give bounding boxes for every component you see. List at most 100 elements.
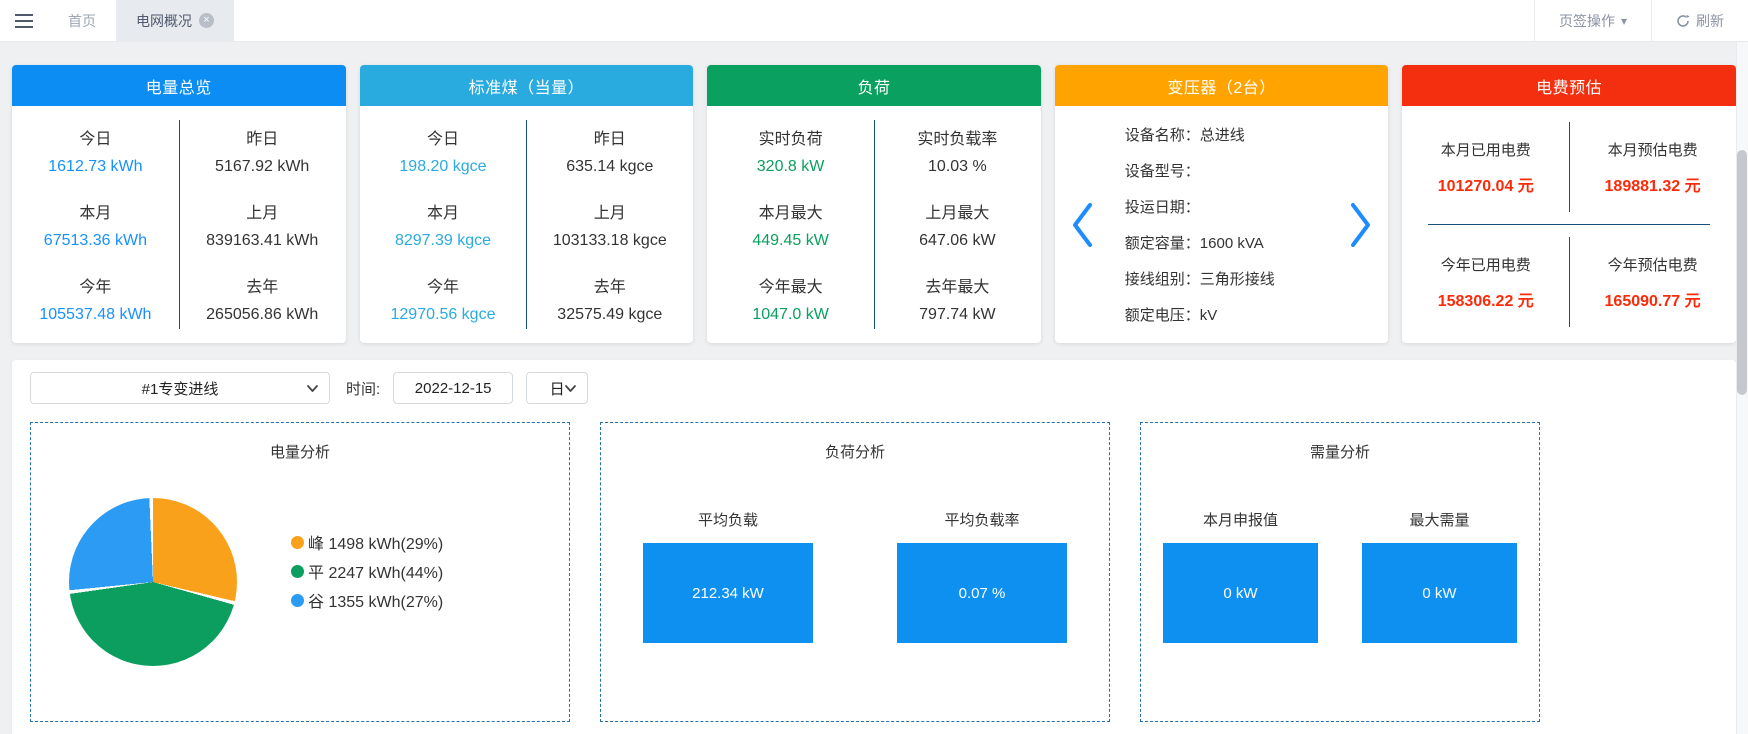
card-load-body: 实时负荷 320.8 kW 实时负载率 10.03 % 本月最大 449.45 … [707, 106, 1041, 343]
stat-value: 198.20 kgce [399, 158, 486, 176]
vertical-divider [874, 120, 875, 329]
stat-value: 67513.36 kWh [44, 232, 147, 250]
stat-label: 上月最大 [925, 199, 989, 223]
pie-area: 峰 1498 kWh(29%) 平 2247 kWh(44%) 谷 1355 k… [31, 462, 569, 666]
cost-value: 101270.04 元 [1438, 172, 1534, 196]
stat-cell: 今日 1612.73 kWh [12, 114, 179, 188]
stat-cell: 上月最大 647.06 kW [874, 188, 1041, 262]
top-tab-bar: 首页 电网概况 × 页签操作 ▾ 刷新 [0, 0, 1748, 42]
metric-declared-demand: 本月申报值 0 kW [1163, 509, 1318, 643]
field-value: 三角形接线 [1200, 271, 1275, 288]
stat-label: 今年最大 [759, 273, 823, 297]
field-value: 总进线 [1200, 127, 1245, 144]
card-coal-title: 标准煤（当量） [360, 65, 694, 106]
pie-chart [69, 498, 237, 666]
legend-dot-valley [291, 594, 304, 607]
close-icon[interactable]: × [199, 13, 214, 28]
vertical-scrollbar-thumb[interactable] [1737, 150, 1747, 395]
pie-legend: 峰 1498 kWh(29%) 平 2247 kWh(44%) 谷 1355 k… [291, 530, 443, 612]
stat-label: 今年 [427, 273, 459, 297]
transformer-fields: 设备名称：总进线 设备型号： 投运日期： 额定容量：1600 kVA 接线组别：… [1105, 116, 1339, 333]
card-cost-estimate: 电费预估 本月已用电费 101270.04 元 本月预估电费 189881.32… [1402, 65, 1736, 343]
transformer-next-button[interactable] [1338, 116, 1384, 333]
metric-value-box: 212.34 kW [643, 543, 813, 643]
refresh-button[interactable]: 刷新 [1652, 0, 1748, 41]
stat-label: 今日 [79, 125, 111, 149]
stat-value: 449.45 kW [752, 232, 828, 250]
chevron-right-icon [1350, 202, 1372, 248]
legend-dot-flat [291, 565, 304, 578]
transformer-field: 设备名称：总进线 [1125, 124, 1339, 145]
tab-grid-overview[interactable]: 电网概况 × [116, 0, 234, 41]
panel-demand-analysis: 需量分析 本月申报值 0 kW 最大需量 0 kW [1140, 422, 1540, 722]
date-input[interactable] [393, 372, 513, 404]
cost-value: 158306.22 元 [1438, 287, 1534, 311]
stat-label: 去年最大 [925, 273, 989, 297]
card-cost-title: 电费预估 [1402, 65, 1736, 106]
tab-home-label: 首页 [68, 11, 96, 31]
period-select[interactable]: 日 [526, 372, 588, 404]
card-energy-title: 电量总览 [12, 65, 346, 106]
cost-label: 本月已用电费 [1441, 139, 1531, 160]
topbar-actions: 页签操作 ▾ 刷新 [1534, 0, 1748, 41]
legend-item-valley: 谷 1355 kWh(27%) [291, 588, 443, 612]
field-value: kV [1200, 307, 1218, 324]
field-label: 设备型号： [1125, 163, 1200, 180]
stat-value: 103133.18 kgce [553, 232, 667, 250]
stat-label: 本月 [79, 199, 111, 223]
cost-label: 本月预估电费 [1608, 139, 1698, 160]
analysis-section: #1专变进线 时间: 日 电量分析 峰 1498 kWh(29%) [12, 360, 1736, 734]
vertical-divider [1569, 237, 1570, 327]
line-select[interactable]: #1专变进线 [30, 372, 330, 404]
stat-value: 5167.92 kWh [215, 158, 309, 176]
stat-label: 今日 [427, 125, 459, 149]
legend-label: 峰 1498 kWh(29%) [308, 530, 443, 554]
transformer-field: 设备型号： [1125, 160, 1339, 181]
card-transformer: 变压器（2台） 设备名称：总进线 设备型号： 投运日期： 额定容量：1600 k… [1055, 65, 1389, 343]
hamburger-menu-icon[interactable] [0, 0, 48, 41]
card-energy-overview: 电量总览 今日 1612.73 kWh 昨日 5167.92 kWh 本月 67… [12, 65, 346, 343]
panel-title: 电量分析 [31, 441, 569, 462]
stat-label: 去年 [594, 273, 626, 297]
card-coal-body: 今日 198.20 kgce 昨日 635.14 kgce 本月 8297.39… [360, 106, 694, 343]
stat-label: 实时负载率 [917, 125, 997, 149]
caret-down-icon: ▾ [1621, 14, 1627, 28]
legend-dot-peak [291, 536, 304, 549]
cost-cell: 本月预估电费 189881.32 元 [1569, 110, 1736, 224]
analysis-panels-row: 电量分析 峰 1498 kWh(29%) 平 2247 kWh(44%) 谷 1… [30, 422, 1540, 722]
refresh-icon [1676, 14, 1690, 28]
stat-cell: 今年最大 1047.0 kW [707, 261, 874, 335]
transformer-prev-button[interactable] [1059, 116, 1105, 333]
stat-value: 320.8 kW [757, 158, 825, 176]
stat-cell: 去年 265056.86 kWh [179, 261, 346, 335]
refresh-label: 刷新 [1696, 11, 1724, 31]
field-label: 额定电压： [1125, 307, 1200, 324]
tab-home[interactable]: 首页 [48, 0, 116, 41]
summary-cards-row: 电量总览 今日 1612.73 kWh 昨日 5167.92 kWh 本月 67… [12, 65, 1736, 343]
cost-row-year: 今年已用电费 158306.22 元 今年预估电费 165090.77 元 [1402, 225, 1736, 339]
stat-value: 265056.86 kWh [206, 306, 318, 324]
load-metrics: 平均负载 212.34 kW 平均负载率 0.07 % [601, 509, 1109, 643]
stat-value: 797.74 kW [919, 306, 995, 324]
filter-bar: #1专变进线 时间: 日 [12, 360, 1736, 404]
card-standard-coal: 标准煤（当量） 今日 198.20 kgce 昨日 635.14 kgce 本月… [360, 65, 694, 343]
stat-label: 昨日 [246, 125, 278, 149]
stat-cell: 昨日 5167.92 kWh [179, 114, 346, 188]
stat-cell: 去年最大 797.74 kW [874, 261, 1041, 335]
field-value: 1600 kVA [1200, 235, 1264, 252]
metric-value-box: 0 kW [1362, 543, 1517, 643]
card-load-title: 负荷 [707, 65, 1041, 106]
vertical-scrollbar-track[interactable] [1736, 42, 1748, 734]
tab-operations-button[interactable]: 页签操作 ▾ [1535, 0, 1651, 41]
stat-cell: 上月 103133.18 kgce [526, 188, 693, 262]
metric-value-box: 0.07 % [897, 543, 1067, 643]
field-label: 额定容量： [1125, 235, 1200, 252]
cost-cell: 今年已用电费 158306.22 元 [1402, 225, 1569, 339]
stat-label: 本月最大 [759, 199, 823, 223]
field-label: 设备名称： [1125, 127, 1200, 144]
metric-value-box: 0 kW [1163, 543, 1318, 643]
chevron-down-icon [564, 382, 577, 395]
stat-cell: 今年 12970.56 kgce [360, 261, 527, 335]
stat-cell: 今日 198.20 kgce [360, 114, 527, 188]
stat-value: 105537.48 kWh [39, 306, 151, 324]
